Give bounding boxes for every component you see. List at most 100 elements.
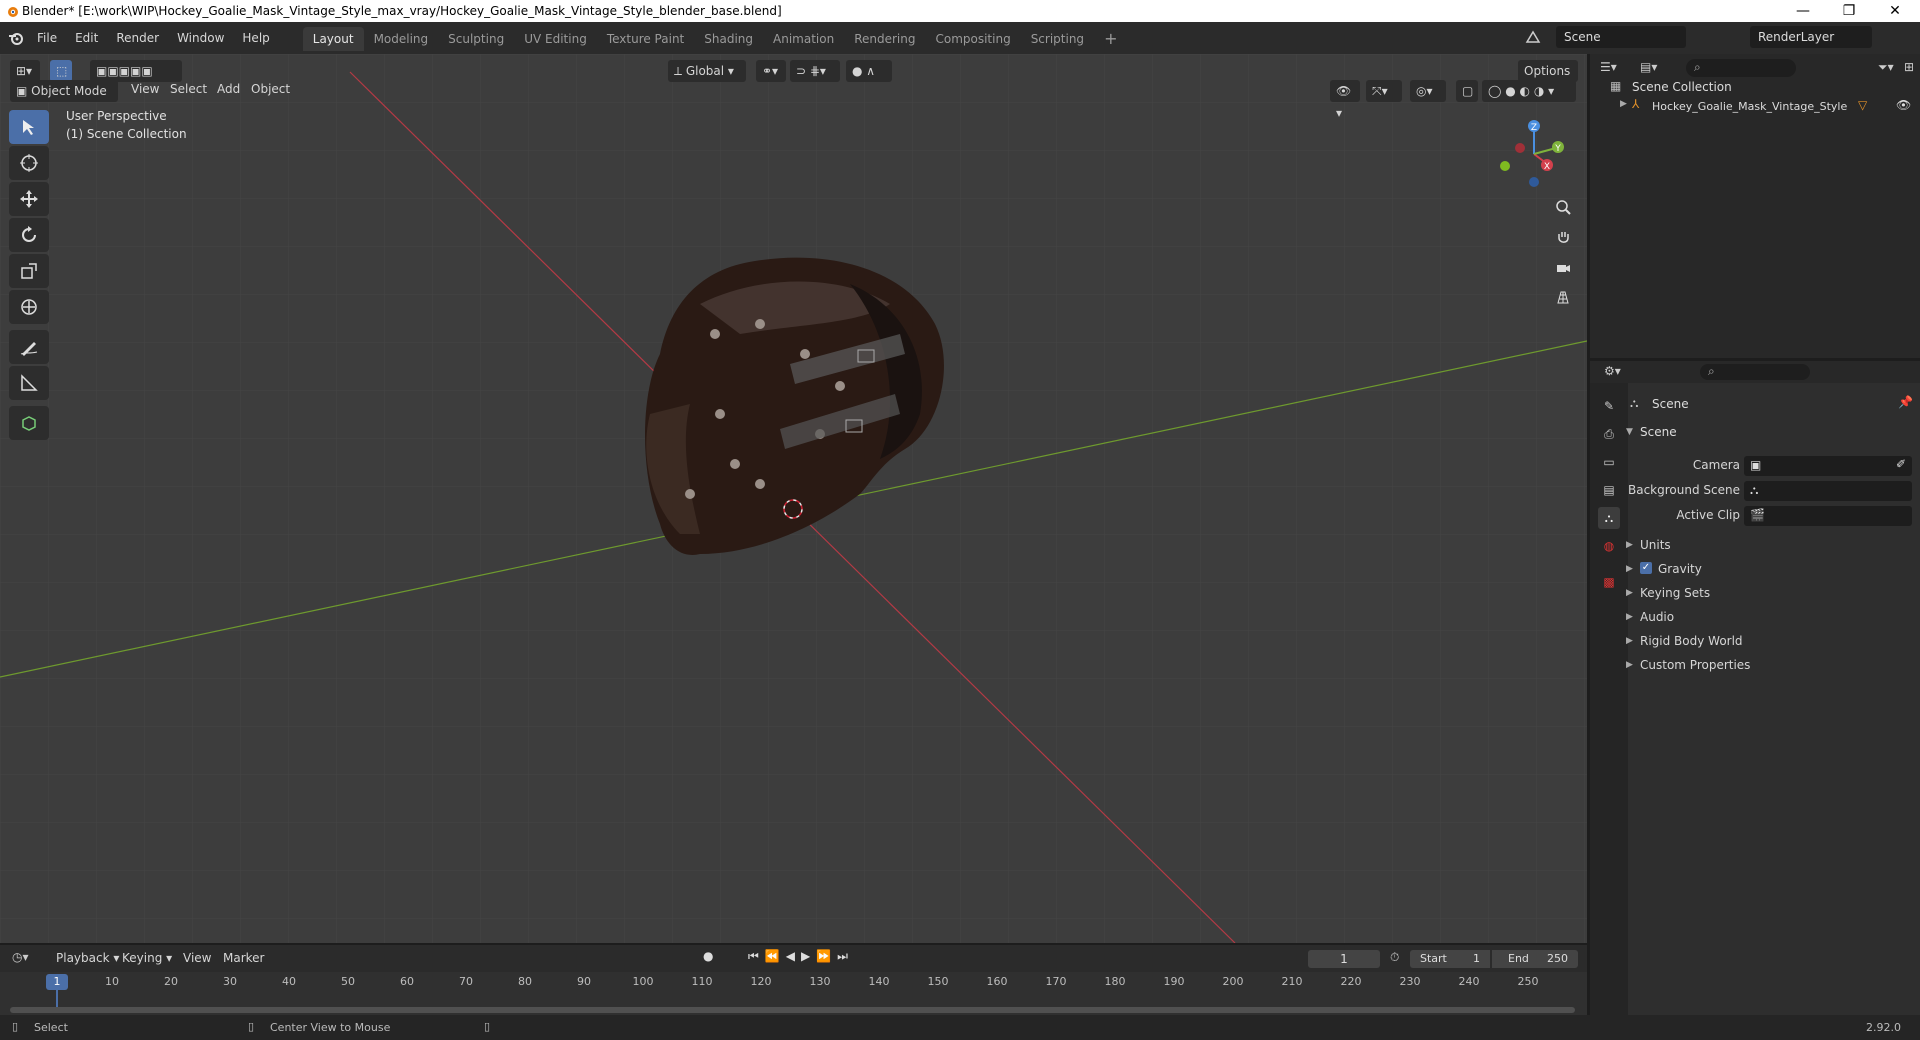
viewport-menu-select[interactable]: Select xyxy=(170,82,207,96)
proportional-edit-icon[interactable]: ● ∧ xyxy=(846,60,892,82)
filter-icon[interactable]: ⏷▾ xyxy=(1878,60,1894,75)
properties-search-input[interactable]: ⌕ xyxy=(1700,364,1810,380)
scene-selector[interactable]: Scene xyxy=(1556,26,1686,48)
add-cube-tool[interactable] xyxy=(9,406,49,440)
snap-icon[interactable]: ⊃ ⋕▾ xyxy=(790,60,840,82)
select-mode-icon[interactable]: ⬚ xyxy=(50,60,72,82)
menu-render[interactable]: Render xyxy=(107,22,168,54)
audio-expand-icon[interactable]: ▶ xyxy=(1626,612,1633,622)
timeline-scrollbar[interactable] xyxy=(10,1007,1575,1013)
tab-uv-editing[interactable]: UV Editing xyxy=(514,27,597,51)
tab-layout[interactable]: Layout xyxy=(302,27,364,51)
outliner-search-input[interactable]: ⌕ xyxy=(1686,59,1796,77)
keying-sets-panel[interactable]: Keying Sets xyxy=(1640,586,1710,600)
cursor-tool[interactable] xyxy=(9,146,49,180)
properties-editor-icon[interactable]: ⚙▾ xyxy=(1604,364,1621,378)
gravity-expand-icon[interactable]: ▶ xyxy=(1626,564,1633,574)
current-frame-field[interactable]: 1 xyxy=(1308,950,1380,968)
tab-sculpting[interactable]: Sculpting xyxy=(438,27,514,51)
editor-type-icon[interactable]: ⊞▾ xyxy=(10,60,40,82)
timeline-menu-marker[interactable]: Marker xyxy=(223,951,264,965)
keying-menu[interactable]: Keying ▾ xyxy=(122,951,172,965)
select-box-tool[interactable] xyxy=(9,110,49,144)
camera-view-icon[interactable] xyxy=(1550,254,1576,280)
timeline-editor-icon[interactable]: ◷▾ xyxy=(12,950,29,964)
tab-animation[interactable]: Animation xyxy=(763,27,844,51)
minimize-button[interactable]: — xyxy=(1780,0,1826,22)
viewport-menu-add[interactable]: Add xyxy=(217,82,240,96)
add-workspace-button[interactable]: + xyxy=(1094,27,1127,51)
menu-help[interactable]: Help xyxy=(233,22,278,54)
camera-field[interactable]: ▣ ✐ xyxy=(1744,456,1912,476)
background-scene-field[interactable]: ⛬ xyxy=(1744,481,1912,501)
pan-hand-icon[interactable] xyxy=(1550,224,1576,250)
tab-texture-paint[interactable]: Texture Paint xyxy=(597,27,694,51)
playback-menu[interactable]: Playback ▾ xyxy=(52,951,124,965)
menu-window[interactable]: Window xyxy=(168,22,233,54)
outliner-editor-icon[interactable]: ☰▾ xyxy=(1600,60,1617,74)
scene-collection-label[interactable]: Scene Collection xyxy=(1632,80,1732,94)
pivot-icon[interactable]: ⚭▾ xyxy=(756,60,786,82)
start-frame-field[interactable]: Start 1 xyxy=(1410,950,1490,968)
custom-properties-panel[interactable]: Custom Properties xyxy=(1640,658,1750,672)
restore-button[interactable]: ❐ xyxy=(1826,0,1872,22)
rigid-body-world-panel[interactable]: Rigid Body World xyxy=(1640,634,1743,648)
gravity-panel[interactable]: Gravity xyxy=(1658,562,1702,576)
keying-sets-expand-icon[interactable]: ▶ xyxy=(1626,588,1633,598)
eye-visibility-icon[interactable]: 👁 xyxy=(1896,98,1911,112)
timeline-editor[interactable]: ◷▾ Playback ▾ Keying ▾ View Marker ● ⏮⏪◀… xyxy=(0,945,1587,1015)
rotate-tool[interactable] xyxy=(9,218,49,252)
gravity-checkbox[interactable]: ✓ xyxy=(1640,562,1652,574)
close-button[interactable]: ✕ xyxy=(1872,0,1918,22)
rigid-body-expand-icon[interactable]: ▶ xyxy=(1626,636,1633,646)
display-mode-icon[interactable]: ▤▾ xyxy=(1640,60,1657,74)
pin-icon[interactable]: 📌 xyxy=(1898,395,1913,409)
texture-tab-icon[interactable]: ▩ xyxy=(1598,571,1620,593)
audio-panel[interactable]: Audio xyxy=(1640,610,1674,624)
scene-tab-icon[interactable]: ⛬ xyxy=(1598,507,1620,529)
tool-tab-icon[interactable]: ✎ xyxy=(1598,395,1620,417)
options-button[interactable]: Options xyxy=(1518,60,1578,82)
shading-mode-buttons[interactable]: ◯ ● ◐ ◑ ▾ xyxy=(1482,80,1576,102)
section-collapse-icon[interactable]: ▼ xyxy=(1626,427,1633,437)
viewport-menu-object[interactable]: Object xyxy=(251,82,290,96)
render-layer-selector[interactable]: RenderLayer xyxy=(1750,26,1872,48)
world-tab-icon[interactable]: ◍ xyxy=(1598,535,1620,557)
menu-edit[interactable]: Edit xyxy=(66,22,107,54)
tab-scripting[interactable]: Scripting xyxy=(1021,27,1094,51)
menu-file[interactable]: File xyxy=(28,22,66,54)
expand-arrow-icon[interactable]: ▶ xyxy=(1620,99,1627,109)
playback-controls[interactable]: ⏮⏪◀▶⏩⏭ xyxy=(748,949,854,964)
perspective-toggle-icon[interactable] xyxy=(1550,284,1576,310)
viewport-menu-view[interactable]: View xyxy=(131,82,159,96)
view-layer-tab-icon[interactable]: ▤ xyxy=(1598,479,1620,501)
gizmo-toggle-icon[interactable]: ⤧▾ xyxy=(1366,80,1402,102)
transform-tool[interactable] xyxy=(9,290,49,324)
tab-shading[interactable]: Shading xyxy=(694,27,763,51)
new-collection-icon[interactable]: ⊞ xyxy=(1904,60,1914,74)
transform-orientation[interactable]: ⟂ Global ▾ xyxy=(668,60,746,82)
overlay-toggle-icon[interactable]: ◎▾ xyxy=(1410,80,1446,102)
record-icon[interactable]: ● xyxy=(703,949,713,963)
zoom-icon[interactable] xyxy=(1550,194,1576,220)
visibility-icon[interactable]: 👁▾ xyxy=(1330,80,1360,120)
units-panel[interactable]: Units xyxy=(1640,538,1671,552)
tab-compositing[interactable]: Compositing xyxy=(925,27,1020,51)
object-mode-dropdown[interactable]: ▣ Object Mode ▾ xyxy=(10,80,118,120)
scene-section-header[interactable]: Scene xyxy=(1640,425,1677,439)
eyedropper-icon[interactable]: ✐ xyxy=(1896,457,1906,471)
stopwatch-icon[interactable]: ⏱ xyxy=(1390,950,1399,965)
custom-props-expand-icon[interactable]: ▶ xyxy=(1626,660,1633,670)
timeline-menu-view[interactable]: View xyxy=(183,951,211,965)
scene-icon[interactable] xyxy=(1524,28,1554,46)
scale-tool[interactable] xyxy=(9,254,49,288)
render-tab-icon[interactable]: ⎙ xyxy=(1598,423,1620,445)
annotate-tool[interactable] xyxy=(9,330,49,364)
3d-viewport[interactable]: ⊞▾ ⬚ ▣▣▣▣▣ ⟂ Global ▾ ⚭▾ ⊃ ⋕▾ ● ∧ Option… xyxy=(0,54,1587,943)
move-tool[interactable] xyxy=(9,182,49,216)
outliner-item-hockey-mask[interactable]: Hockey_Goalie_Mask_Vintage_Style xyxy=(1652,100,1847,113)
select-mode-buttons[interactable]: ▣▣▣▣▣ xyxy=(90,60,182,82)
end-frame-field[interactable]: End 250 xyxy=(1492,950,1578,968)
measure-tool[interactable] xyxy=(9,366,49,400)
tab-modeling[interactable]: Modeling xyxy=(364,27,439,51)
